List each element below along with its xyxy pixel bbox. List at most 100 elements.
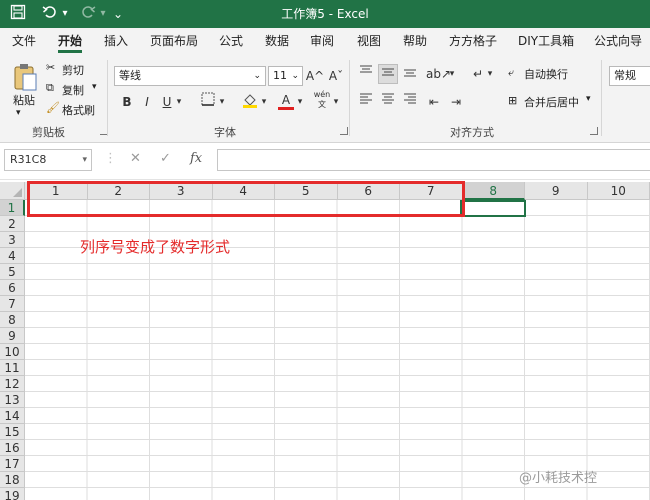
row-header[interactable]: 15 xyxy=(0,424,25,440)
font-group-label: 字体 xyxy=(214,126,236,139)
font-color-icon[interactable]: A xyxy=(276,90,296,110)
insert-function-icon[interactable]: fx xyxy=(190,151,202,166)
row-header[interactable]: 6 xyxy=(0,280,25,296)
align-center-icon[interactable] xyxy=(378,92,398,112)
tab-formulas[interactable]: 公式 xyxy=(219,28,243,54)
font-color-dropdown-icon[interactable]: ▾ xyxy=(294,92,306,112)
copy-dropdown-icon[interactable]: ▾ xyxy=(92,82,97,92)
row-header[interactable]: 10 xyxy=(0,344,25,360)
rtl-dropdown-icon[interactable]: ▾ xyxy=(484,64,496,84)
align-bottom-icon[interactable] xyxy=(400,64,420,84)
merge-center-button[interactable]: 合并后居中 xyxy=(524,94,579,110)
decrease-font-size-icon[interactable]: Aˇ xyxy=(326,66,346,86)
wrap-text-button[interactable]: 自动换行 xyxy=(524,66,568,82)
align-top-icon[interactable] xyxy=(356,64,376,84)
row-header[interactable]: 3 xyxy=(0,232,25,248)
title-bar: ▾ ▾ ⌄ 工作簿5 - Excel xyxy=(0,0,650,28)
tab-view[interactable]: 视图 xyxy=(357,28,381,54)
row-header[interactable]: 13 xyxy=(0,392,25,408)
bold-icon[interactable]: B xyxy=(117,92,137,112)
column-header[interactable]: 9 xyxy=(525,182,588,200)
increase-font-size-icon[interactable]: A^ xyxy=(305,66,325,86)
borders-icon[interactable] xyxy=(198,92,218,112)
row-header[interactable]: 11 xyxy=(0,360,25,376)
italic-icon[interactable]: I xyxy=(137,92,157,112)
merge-center-icon[interactable]: ⊞ xyxy=(508,94,517,107)
row-header[interactable]: 12 xyxy=(0,376,25,392)
underline-dropdown-icon[interactable]: ▾ xyxy=(173,92,185,112)
chevron-down-icon: ⌄ xyxy=(253,71,261,81)
row-header[interactable]: 2 xyxy=(0,216,25,232)
row-header[interactable]: 1 xyxy=(0,200,25,216)
row-header[interactable]: 16 xyxy=(0,440,25,456)
row-header[interactable]: 17 xyxy=(0,456,25,472)
ribbon-separator xyxy=(601,60,602,136)
copy-icon[interactable]: ⧉ xyxy=(46,81,54,95)
highlight-box xyxy=(27,181,465,217)
tab-review[interactable]: 审阅 xyxy=(310,28,334,54)
row-header[interactable]: 5 xyxy=(0,264,25,280)
number-format-value: 常规 xyxy=(614,69,636,82)
row-header[interactable]: 4 xyxy=(0,248,25,264)
fill-color-icon[interactable] xyxy=(240,92,260,112)
row-header[interactable]: 18 xyxy=(0,472,25,488)
formula-input[interactable] xyxy=(217,149,650,171)
ribbon: 粘贴 ▾ ✂ 剪切 ⧉ 复制 ▾ 🖌 格式刷 剪贴板 等线 ⌄ 11 ⌄ A^ … xyxy=(0,54,650,143)
watermark-text: @小耗技术控 xyxy=(519,471,598,486)
cut-icon[interactable]: ✂ xyxy=(46,61,55,74)
more-options-icon[interactable]: ⋮ xyxy=(104,151,117,166)
alignment-launcher-icon[interactable] xyxy=(590,127,598,135)
row-header[interactable]: 14 xyxy=(0,408,25,424)
row-header[interactable]: 7 xyxy=(0,296,25,312)
paste-dropdown-icon[interactable]: ▾ xyxy=(16,108,21,118)
tab-page-layout[interactable]: 页面布局 xyxy=(150,28,198,54)
align-middle-icon[interactable] xyxy=(378,64,398,84)
enter-icon[interactable]: ✓ xyxy=(160,151,171,166)
select-all-button[interactable] xyxy=(0,182,25,200)
phonetic-dropdown-icon[interactable]: ▾ xyxy=(330,92,342,112)
phonetic-guide-icon[interactable]: wén 文 xyxy=(312,90,332,110)
chevron-down-icon: ⌄ xyxy=(291,71,299,81)
font-launcher-icon[interactable] xyxy=(340,127,348,135)
paste-icon[interactable] xyxy=(12,62,40,92)
cut-button[interactable]: 剪切 xyxy=(62,62,84,78)
tab-fangfang[interactable]: 方方格子 xyxy=(449,28,497,54)
orientation-icon[interactable]: ab↗ xyxy=(426,64,451,84)
cancel-icon[interactable]: ✕ xyxy=(130,151,141,166)
tab-data[interactable]: 数据 xyxy=(265,28,289,54)
tab-formula-wizard[interactable]: 公式向导 xyxy=(594,28,642,54)
tab-diy-toolbox[interactable]: DIY工具箱 xyxy=(518,28,574,54)
window-title: 工作簿5 - Excel xyxy=(281,7,369,21)
select-all-icon xyxy=(13,188,22,197)
tab-insert[interactable]: 插入 xyxy=(104,28,128,54)
font-name-select[interactable]: 等线 ⌄ xyxy=(114,66,266,86)
font-size-value: 11 xyxy=(273,69,287,82)
number-format-select[interactable]: 常规 xyxy=(609,66,650,86)
merge-center-dropdown-icon[interactable]: ▾ xyxy=(586,94,591,104)
paste-button[interactable]: 粘贴 xyxy=(13,92,35,108)
column-header[interactable]: 8 xyxy=(462,182,525,200)
align-left-icon[interactable] xyxy=(356,92,376,112)
row-header[interactable]: 9 xyxy=(0,328,25,344)
fill-color-dropdown-icon[interactable]: ▾ xyxy=(258,92,270,112)
align-right-icon[interactable] xyxy=(400,92,420,112)
wrap-text-icon[interactable]: ⤶ xyxy=(508,66,514,80)
column-header[interactable]: 10 xyxy=(587,182,650,200)
tab-home[interactable]: 开始 xyxy=(58,28,83,54)
format-painter-button[interactable]: 格式刷 xyxy=(62,102,95,118)
increase-indent-icon[interactable]: ⇥ xyxy=(446,92,466,112)
font-size-select[interactable]: 11 ⌄ xyxy=(268,66,303,86)
row-header[interactable]: 19 xyxy=(0,488,25,500)
borders-dropdown-icon[interactable]: ▾ xyxy=(216,92,228,112)
ribbon-separator xyxy=(349,60,350,136)
tab-file[interactable]: 文件 xyxy=(12,28,36,54)
tab-help[interactable]: 帮助 xyxy=(403,28,427,54)
active-cell[interactable] xyxy=(460,200,526,217)
orientation-dropdown-icon[interactable]: ▾ xyxy=(446,64,458,84)
copy-button[interactable]: 复制 xyxy=(62,82,84,98)
format-painter-icon[interactable]: 🖌 xyxy=(46,101,60,114)
row-header[interactable]: 8 xyxy=(0,312,25,328)
worksheet-grid[interactable]: 1 2 3 4 5 6 7 8 9 10 1 2 3 4 5 6 7 8 9 10 11 12 13 14 15 16 17 18 19 xyxy=(0,182,650,500)
name-box[interactable]: R31C8 ▾ xyxy=(4,149,92,171)
decrease-indent-icon[interactable]: ⇤ xyxy=(424,92,444,112)
